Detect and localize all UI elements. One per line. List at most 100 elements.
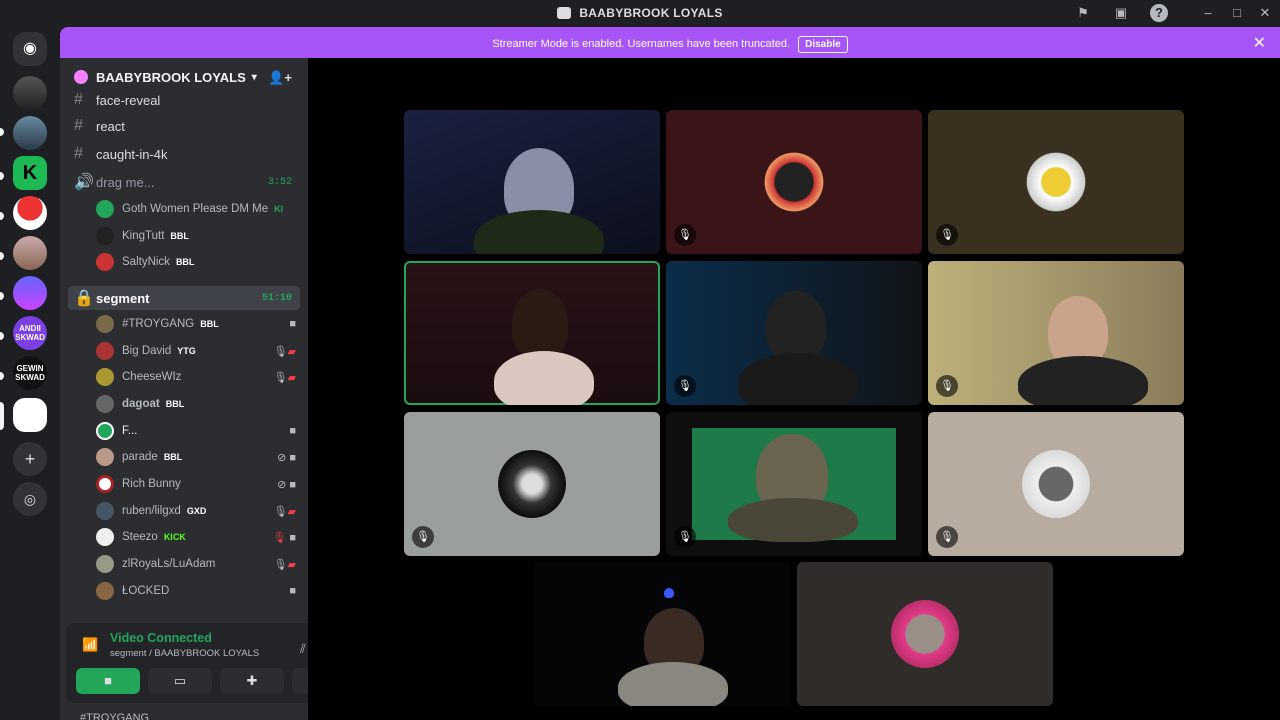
help-icon[interactable]: ?	[1150, 4, 1168, 22]
voice-user[interactable]: KingTutt BBL	[96, 224, 300, 248]
user-tag: BBL	[170, 231, 189, 241]
close-icon[interactable]: ✕	[1253, 33, 1266, 53]
explore-icon[interactable]: ◎	[13, 482, 47, 516]
user-tag: YTG	[177, 346, 196, 356]
unread-pip	[0, 292, 4, 300]
muted-mic-icon: 🎙	[936, 224, 958, 246]
server-badge-icon	[74, 70, 88, 84]
lock-icon: 🔒	[74, 290, 94, 307]
add-server-icon[interactable]: +	[13, 442, 47, 476]
maximize-button[interactable]: □	[1228, 4, 1246, 22]
server-icon-k[interactable]: K	[13, 156, 47, 190]
voice-user[interactable]: Goth Women Please DM Me KI	[96, 197, 300, 221]
voice-user[interactable]: zlRoyaLs/LuAdam 🎙▰	[96, 552, 300, 576]
voice-user[interactable]: #TROYGANG BBL ■	[96, 312, 300, 336]
channel-caught-in-4k[interactable]: # caught-in-4k	[68, 142, 300, 166]
voice-user[interactable]: ruben/lilgxd GXD 🎙▰	[96, 499, 300, 523]
participant-shirt	[728, 498, 858, 542]
user-name: F...	[122, 425, 138, 437]
channel-face-reveal[interactable]: # face-reveal	[68, 88, 300, 112]
user-name: Big David	[122, 345, 172, 357]
server-icon-dog[interactable]	[13, 236, 47, 270]
voice-user[interactable]: ŁOCKED ■	[96, 579, 300, 603]
avatar	[96, 528, 114, 546]
video-tile[interactable]	[797, 562, 1053, 706]
muted-mic-icon: 🎙	[936, 375, 958, 397]
muted-mic-icon: 🎙	[412, 526, 434, 548]
user-tag: KICK	[163, 532, 186, 542]
voice-user[interactable]: Big David YTG 🎙▰	[96, 339, 300, 363]
activities-button[interactable]: ✚	[220, 668, 284, 694]
video-tile[interactable]: 🎙	[928, 261, 1184, 405]
server-icon-andii[interactable]: ANDII SKWAD	[13, 316, 47, 350]
banner-message: Streamer Mode is enabled. Usernames have…	[492, 38, 791, 50]
voice-user[interactable]: dagoat BBL	[96, 392, 300, 416]
video-grid: 🎙 🎙 🎙 🎙 🎙 🎙 🎙	[308, 58, 1280, 720]
participant-avatar	[891, 600, 959, 668]
voice-user[interactable]: CheeseWIz 🎙▰	[96, 365, 300, 389]
user-name: Rich Bunny	[122, 478, 181, 490]
participant-avatar	[498, 450, 566, 518]
unread-pip	[0, 252, 4, 260]
video-tile-speaking[interactable]	[404, 261, 660, 405]
channel-sidebar: BAABYBROOK LOYALS ▾ 👤+ # face-reveal # rea…	[60, 58, 308, 720]
voice-duration: 51:10	[261, 292, 292, 304]
muted-icons: 🎙▰	[273, 558, 296, 571]
soundboard-button[interactable]: ✦	[292, 668, 308, 694]
video-tile[interactable]: 🎙	[666, 110, 922, 254]
server-icon-cars[interactable]	[13, 76, 47, 110]
video-tile[interactable]: 🎙	[404, 412, 660, 556]
channel-label: face-reveal	[96, 92, 161, 108]
light-dot	[664, 588, 674, 598]
voice-user[interactable]: parade BBL ⊘ ■	[96, 445, 300, 469]
camera-icon: ■	[289, 425, 296, 437]
video-tile[interactable]: 🎙	[666, 412, 922, 556]
camera-button[interactable]: ■	[76, 668, 140, 694]
video-tile[interactable]: 🎙	[928, 110, 1184, 254]
participant-shirt	[618, 662, 728, 706]
channel-react[interactable]: # react	[68, 114, 300, 138]
participant-avatar	[1022, 148, 1090, 216]
voice-user[interactable]: F... ■	[96, 419, 300, 443]
video-tile[interactable]: 🎙	[928, 412, 1184, 556]
user-name: ruben/lilgxd	[122, 505, 181, 517]
screen-share-icon[interactable]: ▣	[1112, 4, 1130, 22]
avatar	[96, 315, 114, 333]
unread-pip	[0, 372, 4, 380]
server-icon-cat[interactable]	[13, 276, 47, 310]
user-name: parade	[122, 451, 158, 463]
voice-channel-segment[interactable]: 🔒 segment 51:10	[68, 286, 300, 310]
invite-user-icon[interactable]: 👤+	[268, 70, 292, 86]
avatar	[96, 227, 114, 245]
inbox-icon[interactable]: ⚑	[1074, 4, 1092, 22]
voice-user[interactable]: Rich Bunny ⊘ ■	[96, 472, 300, 496]
disable-button[interactable]: Disable	[798, 36, 848, 53]
voice-user[interactable]: Steezo KICK 🎙 ■	[96, 525, 300, 549]
user-name: ŁOCKED	[122, 585, 170, 597]
server-icon-animal[interactable]	[13, 116, 47, 150]
user-name: SaltyNick	[122, 256, 170, 268]
user-tag: KI	[274, 204, 284, 214]
discord-icon	[557, 7, 572, 19]
video-tile[interactable]	[534, 562, 790, 706]
avatar	[96, 200, 114, 218]
server-icon-gewin[interactable]: GEWIN SKWAD	[13, 356, 47, 390]
user-tag: BBL	[165, 399, 185, 409]
voice-location[interactable]: segment / BAABYBROOK LOYALS	[110, 648, 259, 659]
minimize-button[interactable]: –	[1199, 4, 1217, 22]
server-icon-mushroom[interactable]	[13, 196, 47, 230]
channel-label: react	[96, 118, 125, 134]
avatar	[96, 475, 114, 493]
server-icon-baabybrook[interactable]	[13, 398, 47, 432]
avatar	[96, 422, 114, 440]
voice-user[interactable]: SaltyNick BBL	[96, 250, 300, 274]
noise-suppression-icon[interactable]: ⫽	[300, 641, 306, 657]
close-window-button[interactable]: ✕	[1256, 4, 1274, 22]
video-tile[interactable]: 🎙	[666, 261, 922, 405]
video-tile[interactable]	[404, 110, 660, 254]
user-tag: BBL	[200, 319, 219, 329]
user-name: dagoat	[122, 398, 160, 410]
screen-share-button[interactable]: ▭	[148, 668, 212, 694]
home-discord-icon[interactable]: ◉	[13, 32, 47, 66]
voice-channel-drag[interactable]: 🔊 drag me... 3:52	[68, 170, 300, 194]
